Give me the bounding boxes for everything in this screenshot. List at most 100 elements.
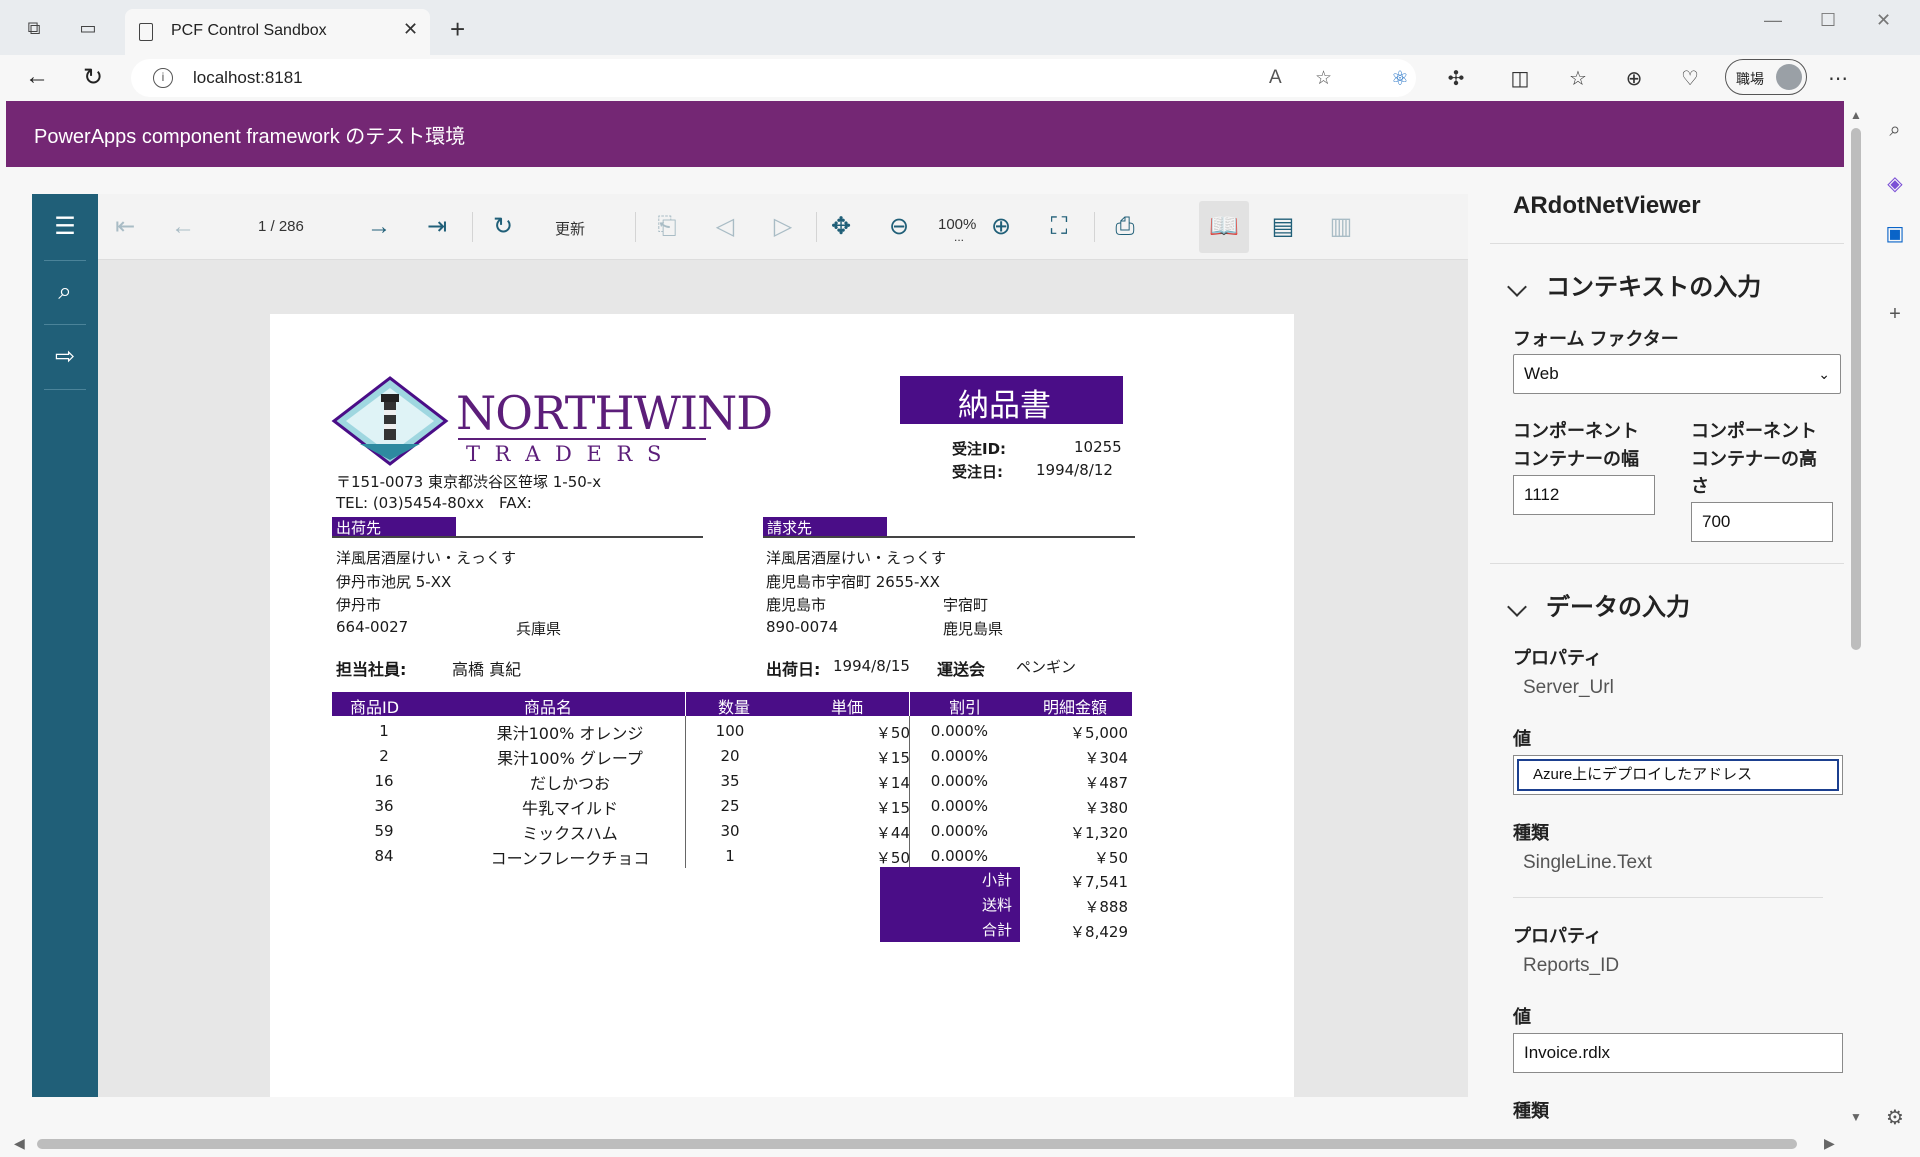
document-title: 納品書	[958, 388, 1051, 424]
row-product-id: 1	[379, 722, 389, 740]
form-factor-label: フォーム ファクター	[1513, 329, 1679, 349]
search-icon[interactable]: ⌕	[1882, 117, 1908, 143]
refresh-button[interactable]: 更新	[555, 218, 585, 239]
viewer-toolbar: ⇤ ← 1 / 286 → ⇥ ↻ 更新 ⎗ ◁ ▷ ✥ ⊖ 100% ... …	[98, 194, 1468, 260]
horizontal-scrollbar[interactable]: ◀ ▶	[0, 1132, 1870, 1157]
row-discount: 0.000%	[930, 747, 988, 765]
row-discount: 0.000%	[930, 772, 988, 790]
col-line-amount: 明細金額	[1043, 698, 1108, 717]
workspaces-icon[interactable]: ⧉	[22, 16, 46, 40]
previous-page-icon[interactable]: ←	[168, 212, 198, 242]
scroll-up-icon[interactable]: ▲	[1850, 108, 1862, 122]
scroll-down-icon[interactable]: ▼	[1850, 1110, 1862, 1124]
next-page-icon[interactable]: →	[364, 212, 394, 242]
sidebar-settings-icon[interactable]: ⚙	[1882, 1105, 1908, 1131]
print-icon[interactable]: ⎙	[1110, 212, 1140, 242]
first-page-icon[interactable]: ⇤	[110, 212, 140, 242]
outlook-icon[interactable]: ▣	[1882, 221, 1908, 247]
zoom-out-icon[interactable]: ⊖	[884, 212, 914, 242]
url-text[interactable]: localhost:8181	[193, 68, 303, 88]
height-input[interactable]: 700	[1691, 502, 1833, 542]
reports-id-input[interactable]: Invoice.rdlx	[1513, 1033, 1843, 1073]
galley-view-icon[interactable]: ▥	[1326, 212, 1356, 242]
last-page-icon[interactable]: ⇥	[422, 212, 452, 242]
ship-to-name: 洋風居酒屋けい・えっくす	[336, 549, 517, 567]
maximize-icon[interactable]: ☐	[1820, 10, 1836, 31]
bill-to-address: 鹿児島市宇宿町 2655-XX	[766, 573, 940, 591]
type-label: 種類	[1513, 823, 1549, 843]
context-section-title[interactable]: コンテキストの入力	[1546, 267, 1761, 302]
chevron-down-icon[interactable]	[1507, 277, 1527, 297]
server-url-input[interactable]: Azure上にデプロイしたアドレス	[1517, 759, 1839, 791]
browser-tab[interactable]: PCF Control Sandbox ✕	[125, 9, 430, 55]
width-label-line2: コンテナーの幅	[1513, 449, 1639, 469]
row-discount: 0.000%	[930, 847, 988, 865]
server-url-field[interactable]: Azure上にデプロイしたアドレス	[1513, 755, 1843, 795]
scroll-left-icon[interactable]: ◀	[14, 1135, 25, 1152]
split-screen-icon[interactable]: ◫	[1507, 66, 1533, 91]
zoom-dropdown[interactable]: ...	[954, 230, 964, 244]
chevron-down-icon[interactable]	[1507, 597, 1527, 617]
col-product-id: 商品ID	[350, 698, 400, 717]
pan-mode-icon[interactable]: ✥	[826, 212, 856, 242]
react-devtools-icon[interactable]: ⚛	[1387, 66, 1413, 91]
property-divider	[1513, 897, 1823, 898]
search-icon[interactable]: ⌕	[50, 277, 80, 307]
hamburger-menu-icon[interactable]: ☰	[50, 212, 80, 242]
row-amount: ￥50	[1093, 849, 1128, 867]
more-menu-icon[interactable]: ⋯	[1825, 66, 1851, 91]
ship-date-label: 出荷日:	[766, 660, 821, 679]
data-section-title[interactable]: データの入力	[1546, 587, 1690, 622]
read-aloud-icon[interactable]: A	[1269, 67, 1282, 89]
back-icon[interactable]: ←	[22, 63, 52, 91]
new-tab-icon[interactable]: +	[450, 14, 465, 45]
minimize-icon[interactable]: —	[1764, 10, 1782, 31]
scroll-right-icon[interactable]: ▶	[1824, 1135, 1835, 1152]
favorites-icon[interactable]: ☆	[1565, 66, 1591, 91]
company-address: 〒151-0073 東京都渋谷区笹塚 1-50-x	[336, 473, 602, 491]
history-forward-icon[interactable]: ▷	[768, 212, 798, 242]
page-indicator[interactable]: 1 / 286	[258, 218, 304, 235]
row-product-id: 59	[374, 822, 394, 840]
row-product-name: コーンフレークチョコ	[490, 849, 650, 868]
parent-report-icon[interactable]: ⎗	[652, 212, 682, 242]
panel-title: ARdotNetViewer	[1513, 192, 1701, 219]
type-label: 種類	[1513, 1101, 1549, 1121]
panel-divider	[1490, 563, 1844, 564]
collections-icon[interactable]: ⊕	[1621, 66, 1647, 91]
row-unit-price: ￥15	[875, 799, 910, 817]
ship-to-postal: 664-0027	[336, 618, 409, 636]
address-bar[interactable]: i localhost:8181 A ☆	[131, 59, 1416, 97]
export-icon[interactable]: ⇨	[50, 342, 80, 372]
close-tab-icon[interactable]: ✕	[403, 19, 418, 40]
refresh-icon[interactable]: ↻	[488, 212, 518, 242]
width-input[interactable]: 1112	[1513, 475, 1655, 515]
scrollbar-thumb[interactable]	[37, 1139, 1797, 1149]
panel-vertical-scrollbar[interactable]: ▲ ▼	[1846, 106, 1866, 1126]
company-subtitle: T R A D E R S	[466, 442, 666, 466]
site-info-icon[interactable]: i	[153, 68, 173, 88]
profile-button[interactable]: 職場	[1725, 59, 1807, 95]
zoom-in-icon[interactable]: ⊕	[986, 212, 1016, 242]
scrollbar-thumb[interactable]	[1851, 128, 1861, 650]
row-quantity: 100	[715, 722, 745, 740]
form-factor-select[interactable]: Web ⌄	[1513, 354, 1841, 394]
col-divider	[909, 692, 910, 716]
tab-actions-icon[interactable]: ▭	[76, 16, 100, 40]
bill-to-label: 請求先	[767, 519, 813, 537]
ship-to-rule	[332, 536, 703, 538]
reload-icon[interactable]: ↻	[78, 63, 108, 92]
continuous-view-icon[interactable]: ▤	[1268, 212, 1298, 242]
row-unit-price: ￥44	[875, 824, 910, 842]
extensions-icon[interactable]: ✣	[1443, 66, 1469, 91]
single-page-view-icon[interactable]: 📖	[1209, 212, 1239, 242]
close-window-icon[interactable]: ✕	[1876, 10, 1891, 31]
add-sidebar-app-icon[interactable]: +	[1882, 301, 1908, 327]
m365-icon[interactable]: ◈	[1882, 171, 1908, 197]
history-back-icon[interactable]: ◁	[710, 212, 740, 242]
fullscreen-icon[interactable]: ⛶	[1044, 212, 1074, 242]
height-label-line2: コンテナーの高	[1691, 449, 1817, 469]
bill-to-town: 宇宿町	[943, 596, 989, 614]
browser-essentials-icon[interactable]: ♡	[1677, 66, 1703, 91]
favorite-star-icon[interactable]: ☆	[1315, 67, 1332, 90]
